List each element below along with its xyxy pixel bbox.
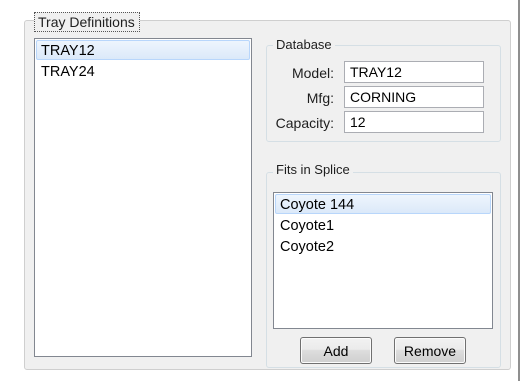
tray-list[interactable]: TRAY12 TRAY24 <box>34 38 252 357</box>
fits-in-splice-title: Fits in Splice <box>273 162 353 178</box>
tray-definitions-title: Tray Definitions <box>34 12 140 32</box>
splice-list-item[interactable]: Coyote 144 <box>275 194 491 214</box>
splice-list-item[interactable]: Coyote2 <box>275 236 491 256</box>
remove-button[interactable]: Remove <box>394 337 466 364</box>
tray-list-item[interactable]: TRAY12 <box>36 40 250 60</box>
mfg-label: Mfg: <box>306 90 334 106</box>
model-label: Model: <box>291 65 334 81</box>
tray-definitions-window: Tray Definitions TRAY12 TRAY24 Database … <box>0 0 518 381</box>
splice-list[interactable]: Coyote 144 Coyote1 Coyote2 <box>273 192 493 329</box>
capacity-field[interactable] <box>344 111 484 133</box>
database-title: Database <box>273 37 335 53</box>
mfg-field[interactable] <box>344 86 484 108</box>
add-button[interactable]: Add <box>300 337 372 364</box>
tray-list-item[interactable]: TRAY24 <box>36 61 250 81</box>
model-field[interactable] <box>344 61 484 83</box>
splice-list-item[interactable]: Coyote1 <box>275 215 491 235</box>
capacity-label: Capacity: <box>275 115 334 131</box>
